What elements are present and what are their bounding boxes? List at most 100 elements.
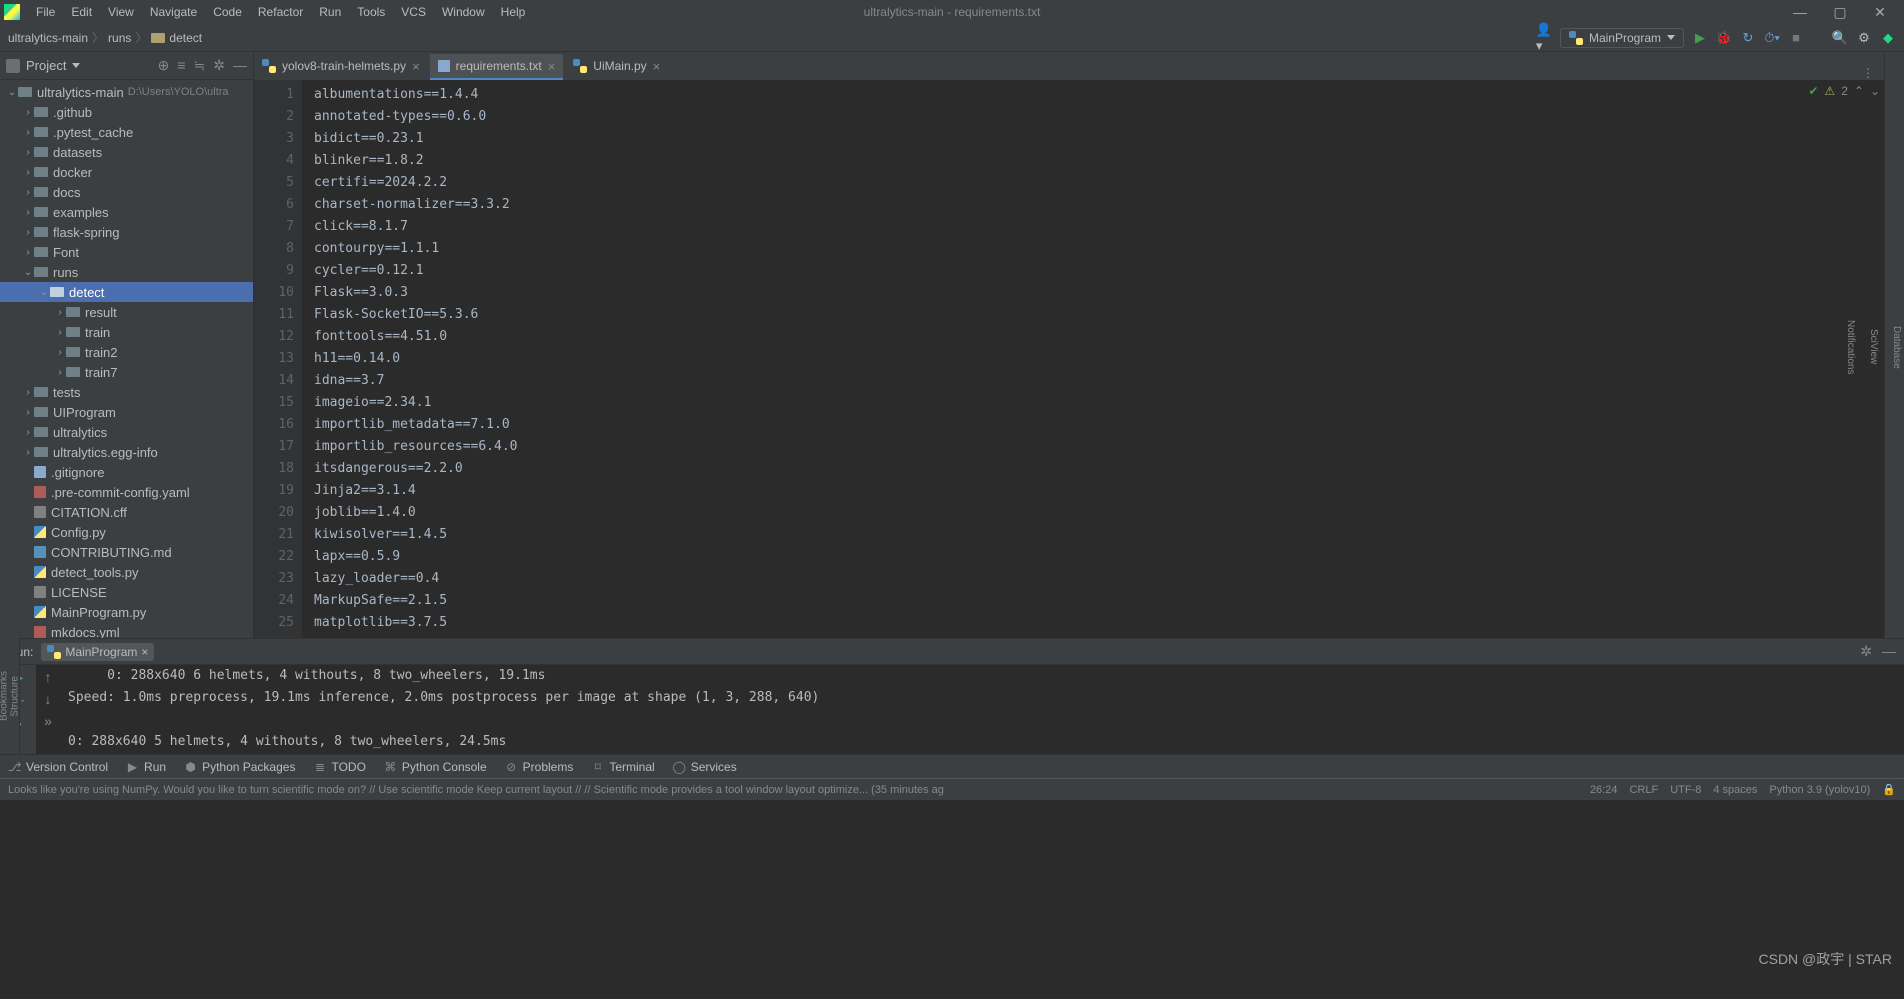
interpreter-info[interactable]: Python 3.9 (yolov10) [1769, 784, 1870, 796]
code-with-me-icon[interactable]: ◆ [1880, 30, 1896, 46]
problems-tab[interactable]: ⊘Problems [505, 760, 574, 774]
tree-item[interactable]: ›docs [0, 182, 253, 202]
tree-item[interactable]: Config.py [0, 522, 253, 542]
menu-run[interactable]: Run [311, 5, 349, 19]
tree-item[interactable]: LICENSE [0, 582, 253, 602]
inspection-widget[interactable]: ✔ ⚠ 2 ⌃ ⌄ [1808, 84, 1880, 98]
tree-item[interactable]: .gitignore [0, 462, 253, 482]
database-tab[interactable]: Database [1889, 322, 1904, 373]
version-control-tab[interactable]: ⎇Version Control [8, 760, 108, 774]
menu-navigate[interactable]: Navigate [142, 5, 205, 19]
structure-tab[interactable]: Structure [10, 676, 21, 717]
menu-tools[interactable]: Tools [349, 5, 393, 19]
editor-tab[interactable]: requirements.txt× [430, 54, 564, 80]
gear-icon[interactable]: ✲ [1860, 643, 1872, 660]
chevron-up-icon[interactable]: ⌃ [1854, 84, 1864, 98]
breadcrumb[interactable]: runs [108, 31, 131, 45]
settings-button[interactable]: ⚙ [1856, 30, 1872, 46]
close-icon[interactable]: × [412, 59, 420, 74]
run-output[interactable]: 0: 288x640 6 helmets, 4 withouts, 8 two_… [60, 665, 1904, 754]
tree-item[interactable]: ›Font [0, 242, 253, 262]
close-icon[interactable]: × [653, 59, 661, 74]
lock-icon[interactable]: 🔒 [1882, 783, 1896, 796]
up-icon[interactable]: ↑ [45, 669, 52, 685]
tree-item[interactable]: ›.github [0, 102, 253, 122]
tree-item[interactable]: MainProgram.py [0, 602, 253, 622]
tree-item[interactable]: ›ultralytics [0, 422, 253, 442]
minimize-button[interactable]: — [1780, 4, 1820, 21]
tree-item[interactable]: detect_tools.py [0, 562, 253, 582]
down-icon[interactable]: ↓ [45, 691, 52, 707]
tree-item[interactable]: ⌄runs [0, 262, 253, 282]
run-coverage-button[interactable]: ↻ [1740, 30, 1756, 46]
project-tree[interactable]: ⌄ultralytics-mainD:\Users\YOLO\ultra›.gi… [0, 80, 253, 638]
menu-code[interactable]: Code [205, 5, 250, 19]
tree-item[interactable]: ›examples [0, 202, 253, 222]
tree-item[interactable]: ⌄ultralytics-mainD:\Users\YOLO\ultra [0, 82, 253, 102]
indent-info[interactable]: 4 spaces [1713, 784, 1757, 796]
editor-tab[interactable]: UiMain.py× [565, 54, 668, 80]
tab-list-button[interactable]: ⋮ [1852, 66, 1884, 80]
tree-item[interactable]: CITATION.cff [0, 502, 253, 522]
menu-edit[interactable]: Edit [63, 5, 100, 19]
editor[interactable]: 1234567891011121314151617181920212223242… [254, 80, 1884, 638]
menu-help[interactable]: Help [493, 5, 534, 19]
tree-item[interactable]: ›docker [0, 162, 253, 182]
tree-item[interactable]: .pre-commit-config.yaml [0, 482, 253, 502]
close-icon[interactable]: × [548, 59, 556, 74]
python-console-tab[interactable]: ⌘Python Console [384, 760, 487, 774]
stop-button[interactable]: ■ [1788, 30, 1804, 46]
tree-item[interactable]: ›tests [0, 382, 253, 402]
services-tab[interactable]: ◯Services [673, 760, 737, 774]
tree-item[interactable]: ›train [0, 322, 253, 342]
terminal-tab[interactable]: ⌑Terminal [591, 760, 654, 774]
file-encoding[interactable]: UTF-8 [1670, 784, 1701, 796]
tree-item[interactable]: ›train7 [0, 362, 253, 382]
tree-item[interactable]: ⌄detect [0, 282, 253, 302]
hide-icon[interactable]: — [233, 57, 247, 74]
tree-item[interactable]: ›flask-spring [0, 222, 253, 242]
run-configuration-selector[interactable]: MainProgram [1560, 28, 1684, 48]
tree-item[interactable]: ›.pytest_cache [0, 122, 253, 142]
tree-item[interactable]: ›result [0, 302, 253, 322]
tree-item[interactable]: ›ultralytics.egg-info [0, 442, 253, 462]
menu-refactor[interactable]: Refactor [250, 5, 311, 19]
tree-label: UIProgram [53, 405, 116, 420]
locate-icon[interactable]: ⊕ [158, 57, 170, 74]
menu-view[interactable]: View [100, 5, 142, 19]
code-content[interactable]: albumentations==1.4.4annotated-types==0.… [302, 80, 1884, 638]
gear-icon[interactable]: ✲ [213, 57, 225, 74]
menu-file[interactable]: File [28, 5, 63, 19]
menu-window[interactable]: Window [434, 5, 493, 19]
search-everywhere-button[interactable]: 🔍 [1832, 30, 1848, 46]
menu-vcs[interactable]: VCS [393, 5, 434, 19]
expand-all-icon[interactable]: ≡ [177, 57, 185, 74]
close-icon[interactable]: × [141, 645, 148, 659]
line-separator[interactable]: CRLF [1629, 784, 1658, 796]
maximize-button[interactable]: ▢ [1820, 4, 1860, 21]
profile-button[interactable]: ⏱▾ [1764, 30, 1780, 46]
editor-tab[interactable]: yolov8-train-helmets.py× [254, 54, 428, 80]
run-button[interactable]: ▶ [1692, 30, 1708, 46]
todo-tab[interactable]: ≣TODO [313, 760, 365, 774]
debug-button[interactable]: 🐞 [1716, 30, 1732, 46]
more-icon[interactable]: » [44, 713, 52, 729]
tree-item[interactable]: CONTRIBUTING.md [0, 542, 253, 562]
tree-item[interactable]: mkdocs.yml [0, 622, 253, 638]
bookmarks-tab[interactable]: Bookmarks [0, 671, 10, 721]
tree-item[interactable]: ›datasets [0, 142, 253, 162]
run-tab[interactable]: ▶Run [126, 760, 166, 774]
breadcrumb[interactable]: ultralytics-main [8, 31, 88, 45]
chevron-down-icon[interactable]: ⌄ [1870, 84, 1880, 98]
breadcrumb[interactable]: detect [151, 31, 202, 45]
add-user-icon[interactable]: 👤▾ [1536, 30, 1552, 46]
close-button[interactable]: ✕ [1860, 4, 1900, 21]
caret-position[interactable]: 26:24 [1590, 784, 1618, 796]
hide-icon[interactable]: — [1882, 643, 1896, 660]
tree-item[interactable]: ›train2 [0, 342, 253, 362]
tree-item[interactable]: ›UIProgram [0, 402, 253, 422]
chevron-down-icon[interactable] [72, 63, 80, 68]
python-packages-tab[interactable]: ⬢Python Packages [184, 760, 295, 774]
run-tab[interactable]: MainProgram × [41, 643, 154, 661]
collapse-all-icon[interactable]: ≒ [194, 57, 206, 74]
